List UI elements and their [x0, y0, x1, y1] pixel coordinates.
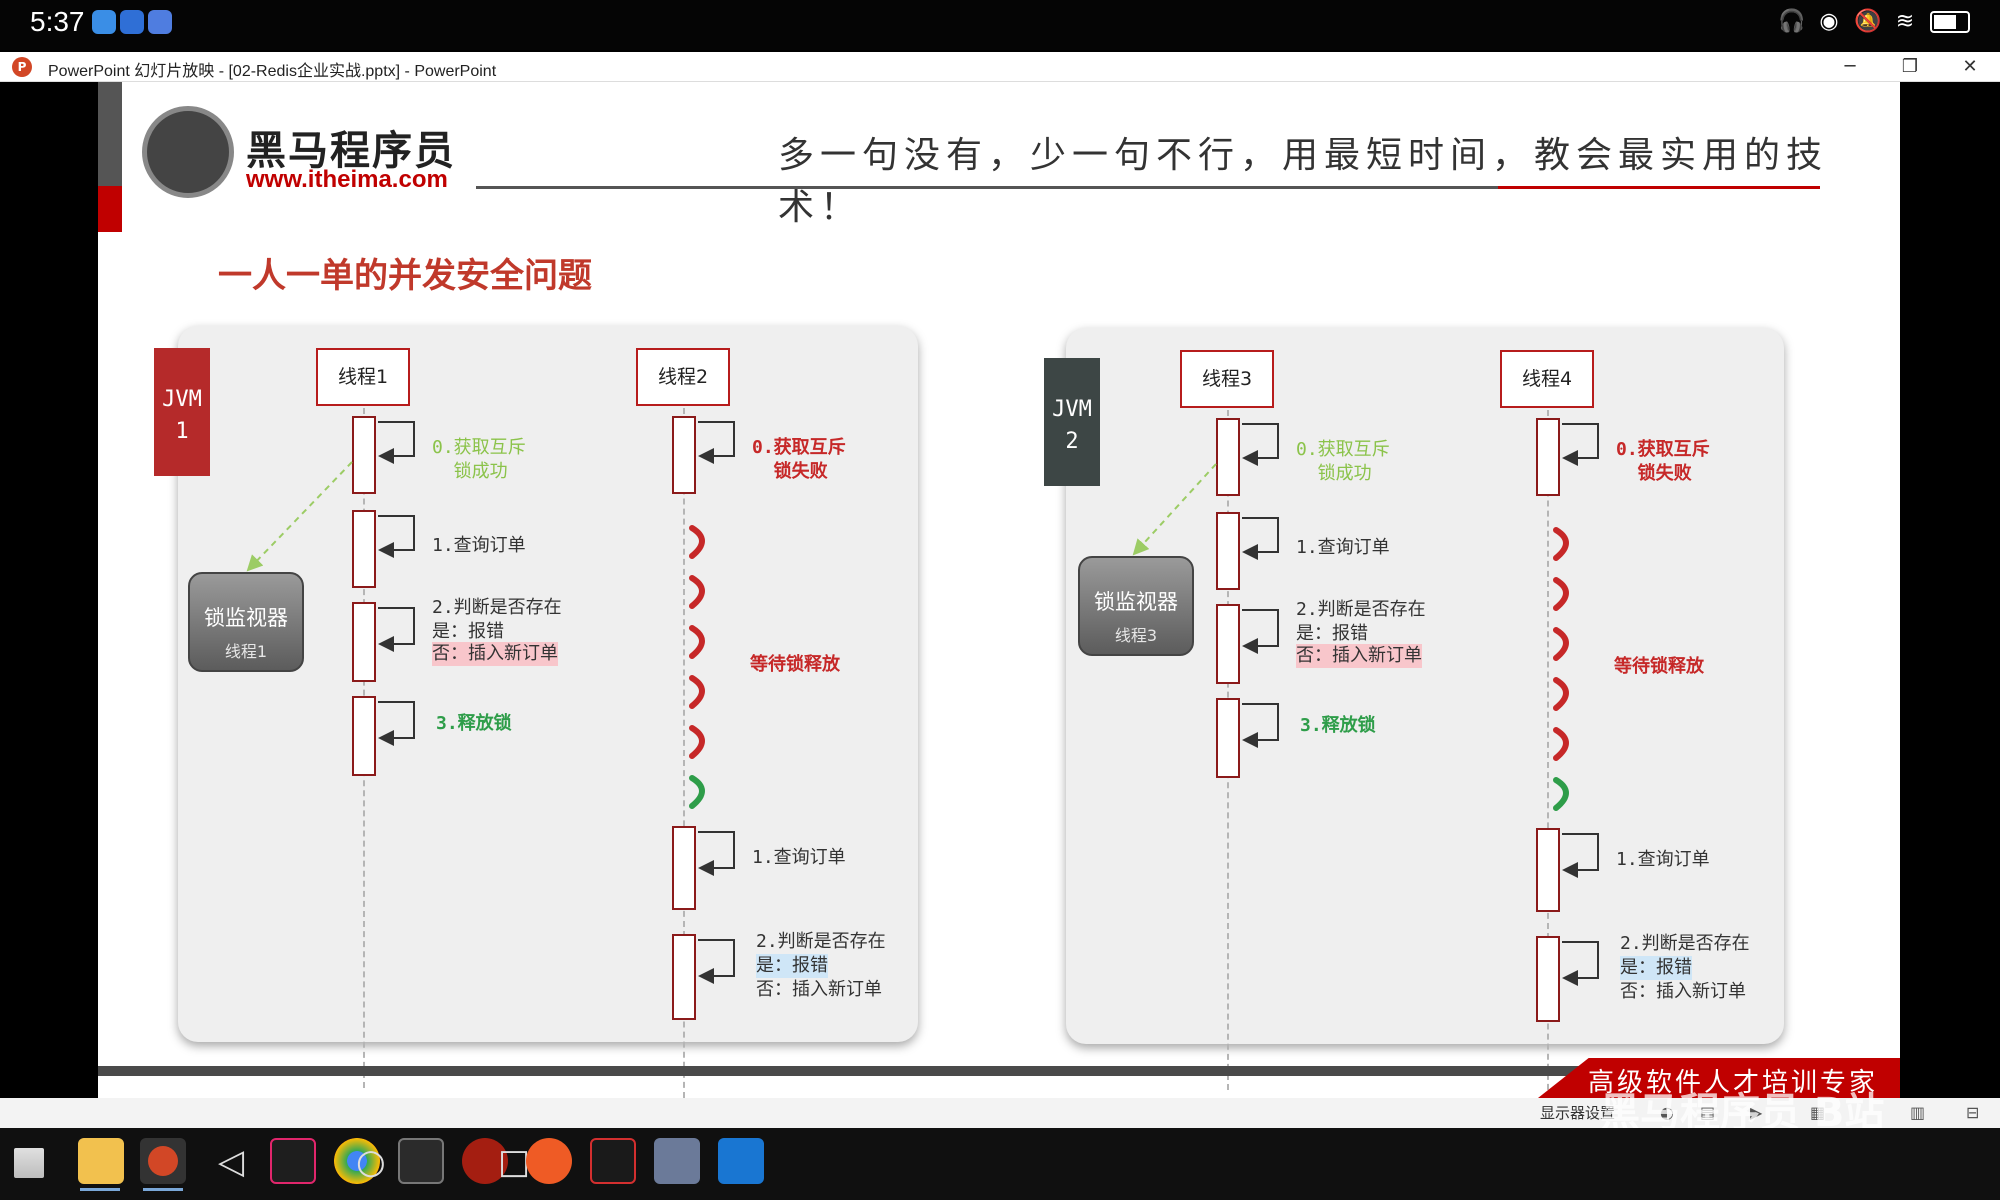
waiting-curls-thread2: [689, 525, 705, 809]
system-icons: 🎧 ◉ 🔕 ≋: [1778, 10, 1970, 34]
status-time: 5:37: [30, 6, 85, 37]
slide[interactable]: 黑马程序员 www.itheima.com 多一句没有，少一句不行，用最短时间，…: [98, 82, 1900, 1098]
windows-start-icon[interactable]: [14, 1148, 44, 1178]
wifi-icon: ≋: [1895, 9, 1915, 34]
postman-icon[interactable]: [526, 1138, 572, 1184]
slideshow-area: 黑马程序员 www.itheima.com 多一句没有，少一句不行，用最短时间，…: [0, 82, 2000, 1098]
calculator-icon[interactable]: [654, 1138, 700, 1184]
notes-app-icon: [148, 10, 172, 34]
terminal-icon[interactable]: [398, 1138, 444, 1184]
back-nav-icon[interactable]: ◁: [218, 1142, 244, 1182]
self-call-arrows: [378, 421, 1599, 986]
intellij-icon[interactable]: [270, 1138, 316, 1184]
mute-icon: 🔕: [1854, 9, 1882, 34]
powerpoint-taskbar-icon[interactable]: [140, 1138, 186, 1184]
status-bar: 5:37 🎧 ◉ 🔕 ≋: [0, 0, 2000, 50]
sequence-arrows: [246, 421, 1599, 986]
home-nav-icon[interactable]: ○: [356, 1142, 386, 1182]
cloud-app-icon: [92, 10, 116, 34]
powerpoint-icon: P: [12, 57, 32, 77]
taskbar: ◁ ○ □: [0, 1128, 2000, 1200]
pen-icon[interactable]: [590, 1138, 636, 1184]
powerpoint-indicator: [143, 1188, 183, 1191]
vscode-icon[interactable]: [718, 1138, 764, 1184]
window-title: PowerPoint 幻灯片放映 - [02-Redis企业实战.pptx] -…: [48, 63, 497, 80]
battery-icon: [1930, 11, 1970, 33]
headphones-icon: 🎧: [1778, 9, 1806, 34]
close-button[interactable]: ✕: [1940, 52, 2000, 82]
slideshow-icon[interactable]: ⊟: [1966, 1103, 1979, 1122]
reading-view-icon[interactable]: ▥: [1910, 1103, 1925, 1122]
file-explorer-indicator: [80, 1188, 120, 1191]
eye-icon: ◉: [1819, 9, 1839, 34]
waiting-curls-thread4: [1553, 527, 1569, 811]
minimize-button[interactable]: ─: [1820, 52, 1880, 82]
camera-app-icon: [120, 10, 144, 34]
file-explorer-icon[interactable]: [78, 1138, 124, 1184]
restore-button[interactable]: ❐: [1880, 52, 1940, 82]
window-titlebar: P PowerPoint 幻灯片放映 - [02-Redis企业实战.pptx]…: [0, 52, 2000, 82]
